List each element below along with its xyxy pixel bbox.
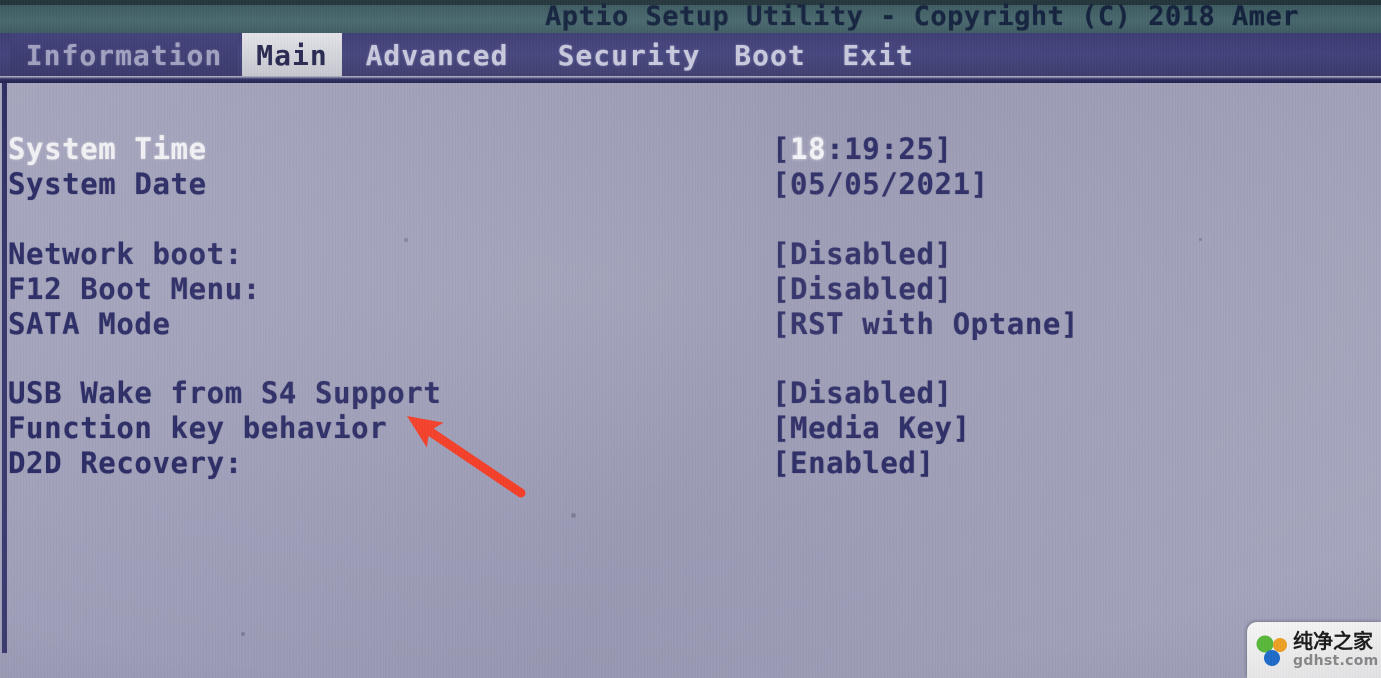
setting-value[interactable]: [18:19:25] <box>772 132 953 167</box>
sensor-speck <box>404 238 408 242</box>
setting-label: F12 Boot Menu: <box>8 272 261 306</box>
tab-label: Information <box>25 39 223 72</box>
setting-label: USB Wake from S4 Support <box>8 376 442 410</box>
setting-value[interactable]: [05/05/2021] <box>772 167 989 202</box>
tab-security[interactable]: Security <box>548 33 710 78</box>
setting-value[interactable]: [Disabled] <box>772 376 953 411</box>
tab-label: Main <box>256 39 328 72</box>
setting-row[interactable]: Function key behavior [Media Key] <box>0 411 1381 446</box>
setting-row[interactable]: System Time [18:19:25] <box>0 132 1381 167</box>
utility-title: Aptio Setup Utility - Copyright (C) 2018… <box>545 1 1299 32</box>
sensor-speck <box>241 632 245 636</box>
watermark-site-name: 纯净之家 <box>1293 629 1373 653</box>
setting-label: Network boot: <box>8 237 243 271</box>
sensor-speck <box>571 513 576 518</box>
tab-advanced[interactable]: Advanced <box>348 33 526 78</box>
settings-list: System Time [18:19:25] System Date [05/05/2… <box>0 82 1381 678</box>
setting-value-cursor: 18 <box>790 132 827 166</box>
setting-label: D2D Recovery: <box>8 446 243 480</box>
site-watermark: 纯净之家 gdhst.com <box>1247 622 1381 678</box>
tab-information[interactable]: Information <box>10 33 238 78</box>
watermark-site-url: gdhst.com <box>1293 653 1379 669</box>
setting-value[interactable]: [RST with Optane] <box>772 307 1079 342</box>
tab-boot[interactable]: Boot <box>726 33 814 78</box>
setting-value-prefix: [ <box>772 132 791 166</box>
setting-row[interactable]: System Date [05/05/2021] <box>0 167 1381 202</box>
tab-label: Advanced <box>365 39 509 72</box>
setting-label: SATA Mode <box>8 307 171 341</box>
title-bar: Aptio Setup Utility - Copyright (C) 2018… <box>0 0 1381 33</box>
tab-label: Exit <box>842 39 914 72</box>
setting-value-rest: :19:25] <box>826 132 953 166</box>
setting-row[interactable]: F12 Boot Menu: [Disabled] <box>0 272 1381 307</box>
setting-value[interactable]: [Disabled] <box>772 237 953 272</box>
setting-value[interactable]: [Enabled] <box>772 446 935 481</box>
setting-row[interactable]: D2D Recovery: [Enabled] <box>0 446 1381 481</box>
setting-label: System Time <box>8 132 207 166</box>
menu-bar: Information Main Advanced Security Boot Exit <box>0 33 1381 78</box>
setting-label: System Date <box>8 167 207 201</box>
setting-row[interactable]: USB Wake from S4 Support [Disabled] <box>0 376 1381 411</box>
tab-main[interactable]: Main <box>242 33 342 78</box>
setting-value[interactable]: [Media Key] <box>772 411 971 446</box>
tab-label: Boot <box>734 39 806 72</box>
sensor-speck <box>1199 238 1202 241</box>
bios-setup-screen: Aptio Setup Utility - Copyright (C) 2018… <box>0 0 1381 678</box>
setting-label: Function key behavior <box>8 411 388 445</box>
tab-exit[interactable]: Exit <box>834 33 922 78</box>
setting-row[interactable]: SATA Mode [RST with Optane] <box>0 307 1381 342</box>
watermark-logo-icon <box>1256 635 1287 666</box>
setting-row[interactable]: Network boot: [Disabled] <box>0 237 1381 272</box>
tab-label: Security <box>557 39 701 72</box>
setting-value[interactable]: [Disabled] <box>772 272 953 307</box>
